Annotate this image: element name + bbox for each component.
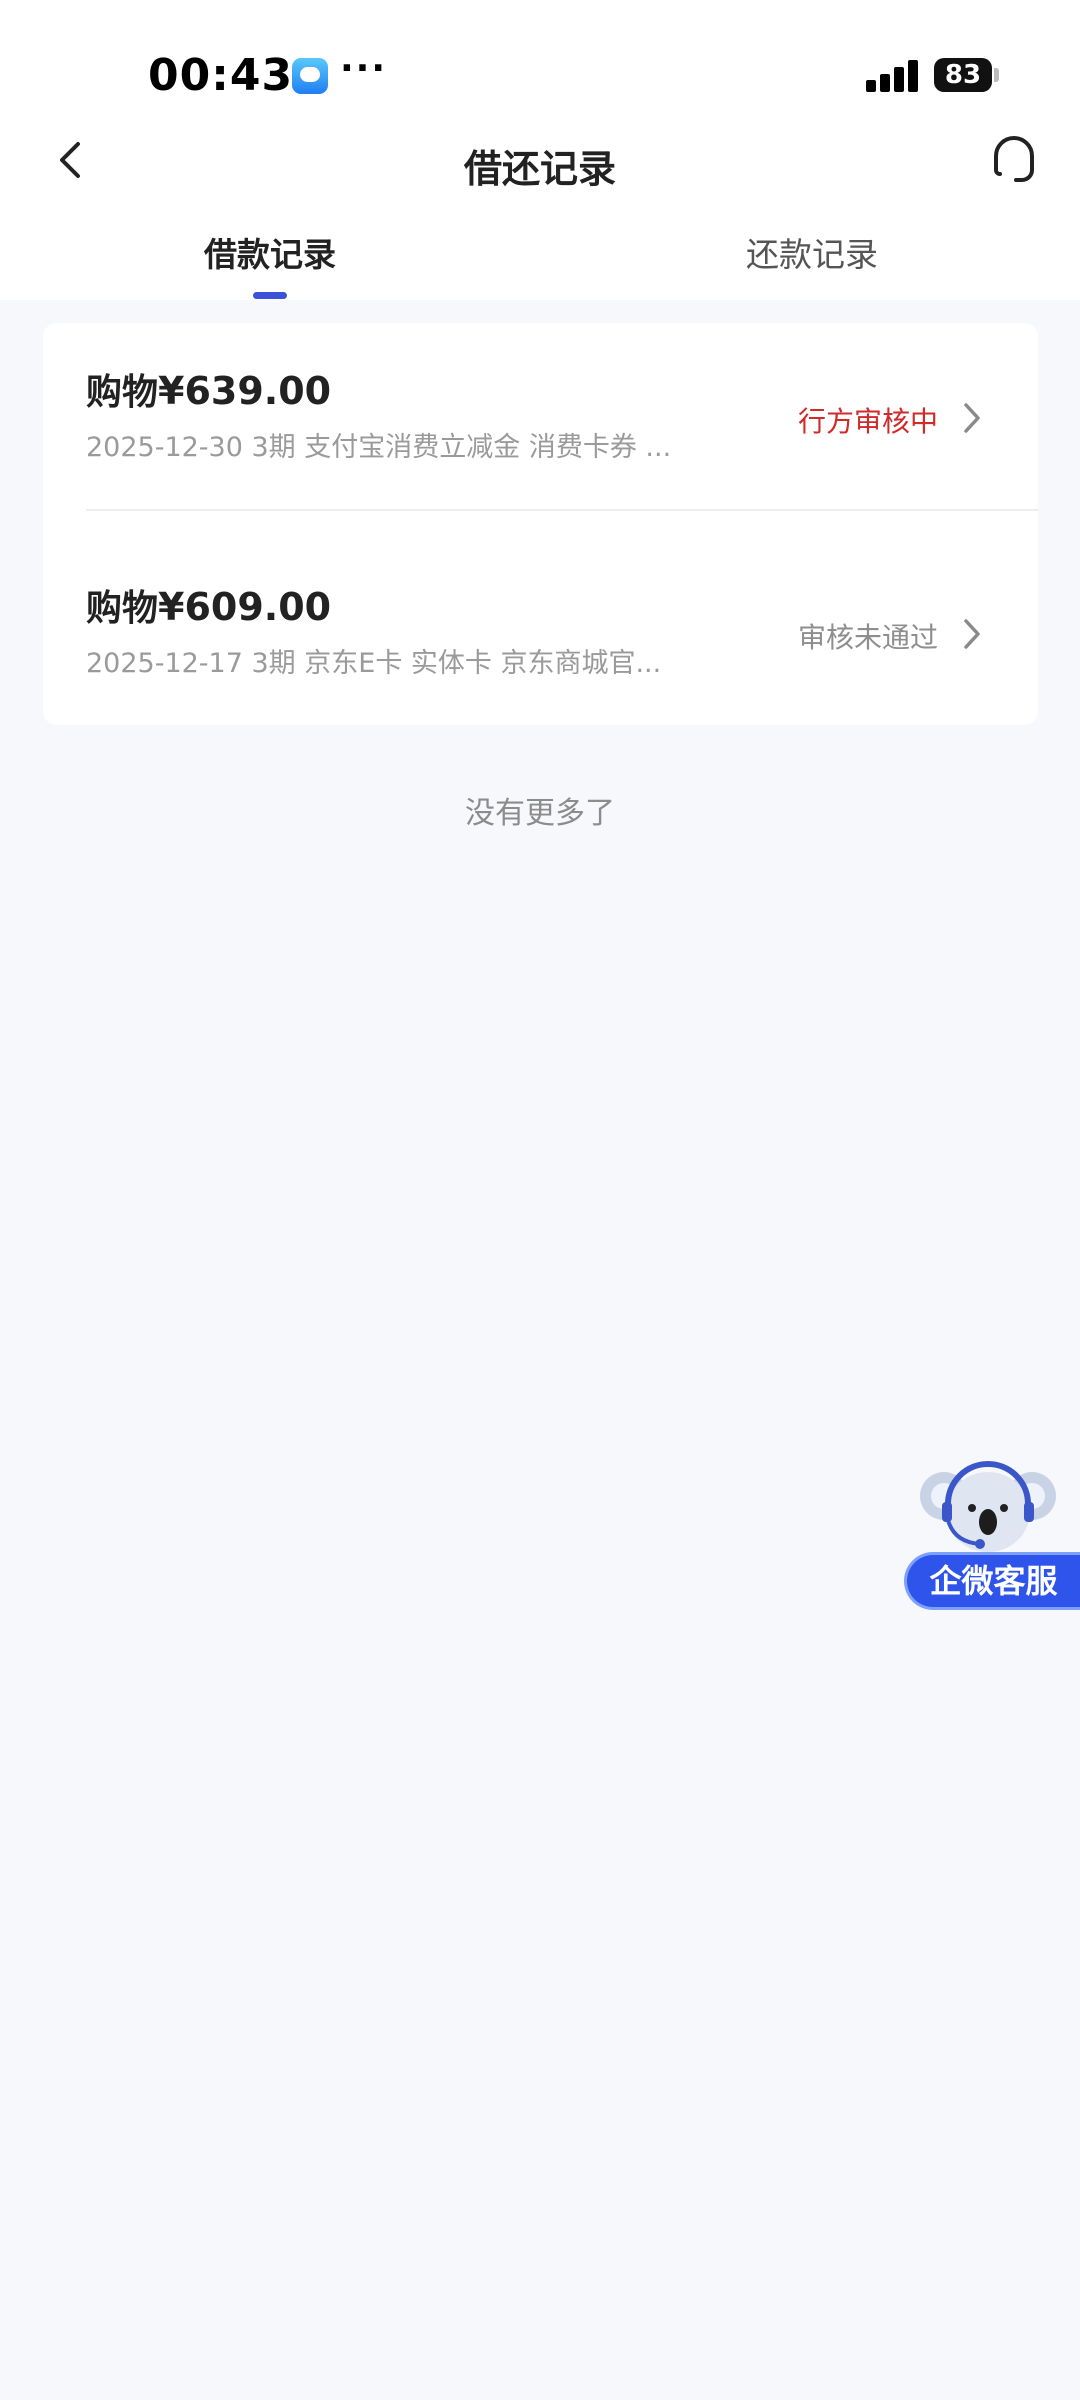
battery-icon: 83 — [934, 58, 992, 92]
chevron-right-icon — [964, 403, 980, 433]
record-status: 行方审核中 — [797, 405, 938, 438]
record-amount: 购物¥609.00 — [86, 579, 331, 631]
battery-level: 83 — [944, 60, 982, 90]
record-amount: 购物¥639.00 — [86, 363, 331, 415]
message-app-icon — [292, 58, 328, 94]
record-amount-prefix: 购物 — [86, 372, 159, 413]
page-title: 借还记录 — [463, 147, 616, 191]
record-row[interactable]: 购物¥639.00 2025-12-30 3期 支付宝消费立减金 消费卡券 ..… — [43, 323, 1038, 523]
chevron-right-icon — [964, 619, 980, 649]
record-amount-value: ¥639.00 — [158, 369, 332, 413]
status-time: 00:43 — [148, 50, 294, 101]
cellular-signal-icon — [866, 60, 920, 92]
battery-cap — [994, 68, 999, 82]
customer-service-headset-icon[interactable] — [986, 130, 1042, 190]
active-tab-indicator — [253, 292, 287, 299]
no-more-text: 没有更多了 — [465, 796, 615, 831]
record-meta: 2025-12-30 3期 支付宝消费立减金 消费卡券 ... — [86, 432, 672, 463]
records-card: 购物¥639.00 2025-12-30 3期 支付宝消费立减金 消费卡券 ..… — [43, 323, 1038, 725]
record-amount-prefix: 购物 — [86, 588, 159, 629]
wecom-service-label: 企微客服 — [929, 1562, 1058, 1600]
record-row[interactable]: 购物¥609.00 2025-12-17 3期 京东E卡 实体卡 京东商城官..… — [43, 539, 1038, 739]
record-amount-value: ¥609.00 — [158, 585, 332, 629]
status-bar: 00:43 ··· 83 — [0, 0, 1080, 130]
tab-borrow-records[interactable]: 借款记录 — [204, 228, 336, 276]
record-status: 审核未通过 — [797, 621, 938, 654]
wecom-service-button[interactable]: 企微客服 — [904, 1552, 1080, 1610]
row-divider — [86, 509, 1038, 511]
record-meta: 2025-12-17 3期 京东E卡 实体卡 京东商城官... — [86, 648, 662, 679]
tab-repay-records[interactable]: 还款记录 — [746, 228, 878, 276]
more-notifications-icon: ··· — [340, 48, 388, 89]
